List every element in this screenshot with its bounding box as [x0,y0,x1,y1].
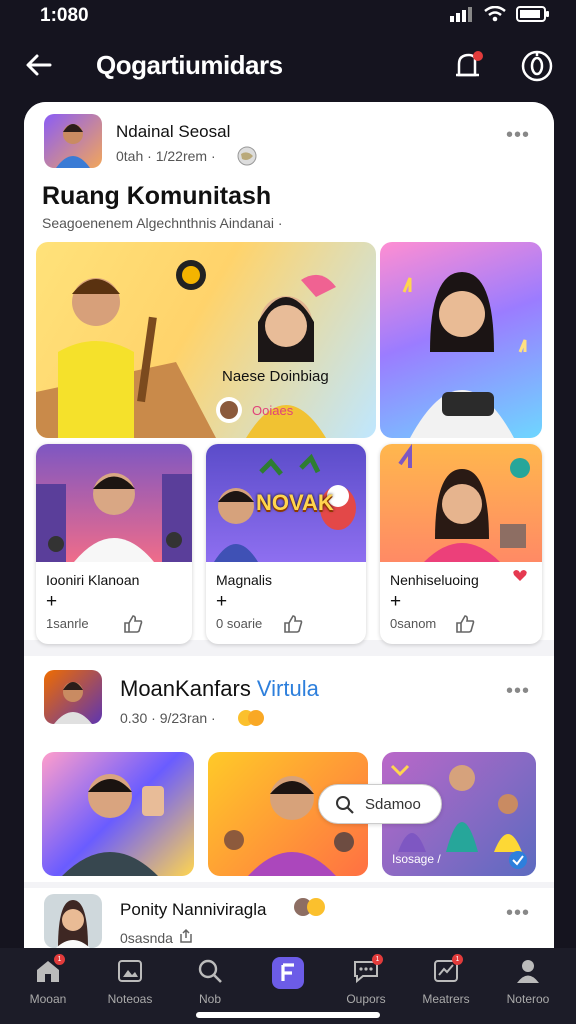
back-arrow-icon[interactable] [24,50,54,80]
card-name: Magnalis [216,572,273,588]
tab-search[interactable]: Nob [170,956,250,1006]
tab-activity[interactable]: 1 Meatrers [406,954,486,1006]
search-button[interactable]: Sdamoo [318,784,442,824]
card-stat: 0 soarie [216,616,263,631]
app-header: Qogartiumidars [0,36,576,96]
notification-badge: 1 [54,954,65,965]
author-name-highlight: Virtula [256,676,319,701]
share-icon[interactable] [178,928,194,944]
hero-image[interactable]: Naese Doinbiag Ooiaes [36,242,376,438]
tab-label: Noteoas [107,992,153,1006]
home-icon: 1 [33,954,65,986]
create-icon [271,956,305,990]
search-icon [195,956,225,986]
post-meta: 0sasnda [120,930,173,946]
author-name[interactable]: Ponity Nanniviragla [120,900,266,920]
video-tile[interactable] [42,752,194,876]
post-title: Ruang Komunitash [42,182,272,210]
tab-label: Nob [198,992,221,1006]
home-indicator[interactable] [196,1012,380,1018]
check-badge-icon [509,851,527,869]
card-name: Nenhiseluoing [390,572,479,588]
notification-bell-icon[interactable] [452,48,486,82]
like-icon[interactable] [282,614,304,634]
member-card[interactable]: Nenhiseluoing + 0sanom [380,444,542,644]
tab-label: Noteroo [506,992,550,1006]
tab-label: Oupors [346,992,386,1006]
signal-icon [450,7,472,22]
tile-caption: Isosage / [392,852,441,866]
author-name[interactable]: MoanKanfars Virtula [120,676,319,702]
card-stat: 0sanom [390,616,437,631]
notification-badge: 1 [372,954,383,965]
hero-label: Naese Doinbiag [222,368,329,385]
heart-icon[interactable] [512,568,528,582]
card-stat: 1sanrle [46,616,89,631]
status-bar: 1:080 [0,0,576,36]
gallery-icon [115,956,145,986]
author-name[interactable]: Ndainal Seosal [116,122,230,142]
emoji-reaction-icon [238,710,264,726]
card-name: Iooniri Klanoan [46,572,140,588]
author-name-part: MoanKanfars [120,676,251,701]
add-icon[interactable]: + [216,591,227,613]
avatar[interactable] [44,670,102,724]
tab-chat[interactable]: 1 Oupors [326,954,406,1006]
tab-notes[interactable]: Noteoas [90,956,170,1006]
member-card[interactable]: NOVAK Magnalis + 0 soarie [206,444,366,644]
search-label: Sdamoo [365,796,421,813]
more-options-icon[interactable]: ••• [506,124,530,147]
game-logo: NOVAK [256,490,334,515]
battery-icon [516,6,549,22]
post-community-room: Ndainal Seosal 0tah · 1/22rem · ••• Ruan… [24,102,554,644]
add-icon[interactable]: + [390,591,401,613]
community-feed[interactable]: Ndainal Seosal 0tah · 1/22rem · ••• Ruan… [24,102,554,950]
like-icon[interactable] [122,614,144,634]
member-card[interactable]: Iooniri Klanoan + 1sanrle [36,444,192,644]
tab-label: Meatrers [422,992,470,1006]
post-meta: 0.30 · 9/23ran · [120,710,216,726]
post-virtual-musicians: MoanKanfars Virtula 0.30 · 9/23ran · ••• … [24,656,554,882]
girl-music-image[interactable] [380,242,542,438]
tab-home[interactable]: 1 Mooan [8,954,88,1006]
status-time: 1:080 [40,5,89,26]
search-icon [336,796,354,814]
tab-label: Mooan [29,992,67,1006]
more-options-icon[interactable]: ••• [506,680,530,703]
page-title: Qogartiumidars [96,50,283,80]
activity-icon: 1 [431,954,463,986]
tab-create[interactable] [248,956,328,996]
add-icon[interactable]: + [46,591,57,613]
post-meta: 0tah · 1/22rem · [116,148,216,164]
tab-profile[interactable]: Noteroo [488,956,568,1006]
avatar[interactable] [44,114,102,168]
wifi-icon [484,6,506,22]
globe-icon [237,146,257,166]
notification-badge: 1 [452,954,463,965]
chat-icon: 1 [351,954,383,986]
post-preview: Ponity Nanniviragla 0sasnda ••• [24,888,554,950]
timer-icon[interactable] [520,48,554,82]
like-icon[interactable] [454,614,476,634]
avatar[interactable] [44,894,102,948]
emoji-reaction-icon [294,898,325,916]
profile-icon [513,956,543,986]
more-options-icon[interactable]: ••• [506,902,530,925]
hero-sublabel: Ooiaes [252,403,294,418]
post-subtitle: Seagoenenem Algechnthnis Aindanai · [42,215,283,231]
